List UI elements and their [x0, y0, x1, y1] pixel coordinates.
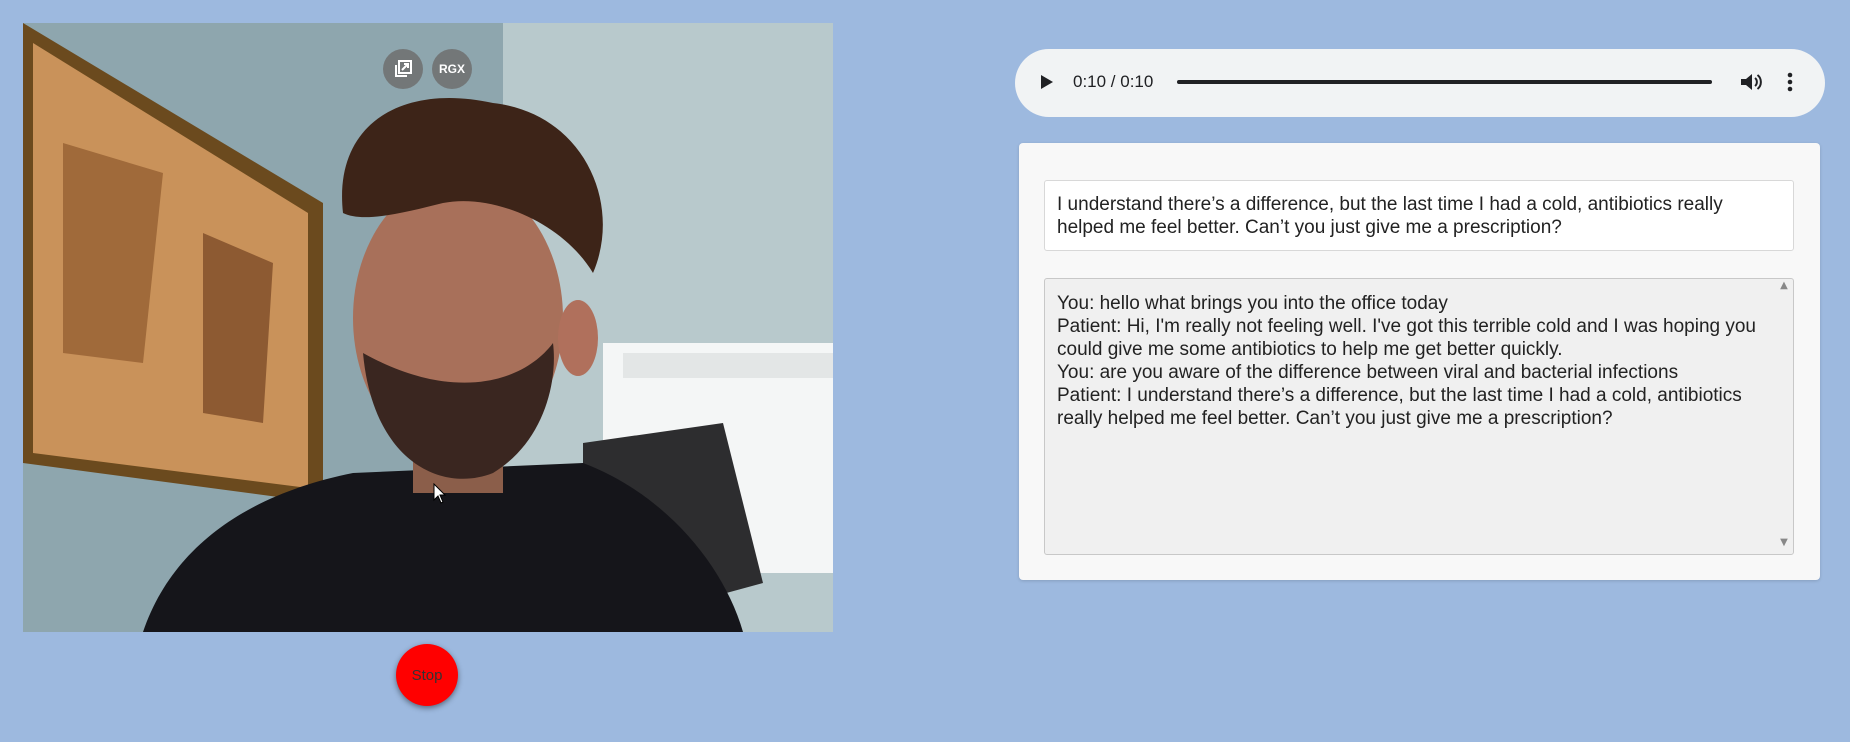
volume-icon[interactable] [1738, 70, 1764, 94]
stop-button[interactable]: Stop [396, 644, 458, 706]
latest-reply: I understand there’s a difference, but t… [1044, 180, 1794, 251]
scroll-up-icon[interactable]: ▲ [1777, 280, 1791, 294]
transcript-line: Patient: I understand there’s a differen… [1057, 385, 1742, 429]
play-icon[interactable] [1035, 70, 1057, 94]
transcript-area[interactable]: You: hello what brings you into the offi… [1044, 278, 1794, 555]
more-vert-icon[interactable] [1785, 70, 1795, 94]
mouse-cursor-icon [433, 483, 447, 504]
transcript-line: You: hello what brings you into the offi… [1057, 293, 1448, 314]
webcam-frame [23, 23, 833, 632]
popout-icon [395, 60, 412, 77]
transcript-line: You: are you aware of the difference bet… [1057, 362, 1679, 383]
scroll-down-icon[interactable]: ▼ [1777, 537, 1791, 551]
webcam-video: RGX [23, 23, 833, 632]
audio-seek-fill [1177, 80, 1712, 84]
audio-time: 0:10 / 0:10 [1073, 72, 1154, 91]
audio-seek-bar[interactable] [1177, 80, 1712, 84]
rgx-button[interactable]: RGX [432, 49, 472, 89]
transcript-line: Patient: Hi, I'm really not feeling well… [1057, 316, 1757, 360]
popout-button[interactable] [383, 49, 423, 89]
